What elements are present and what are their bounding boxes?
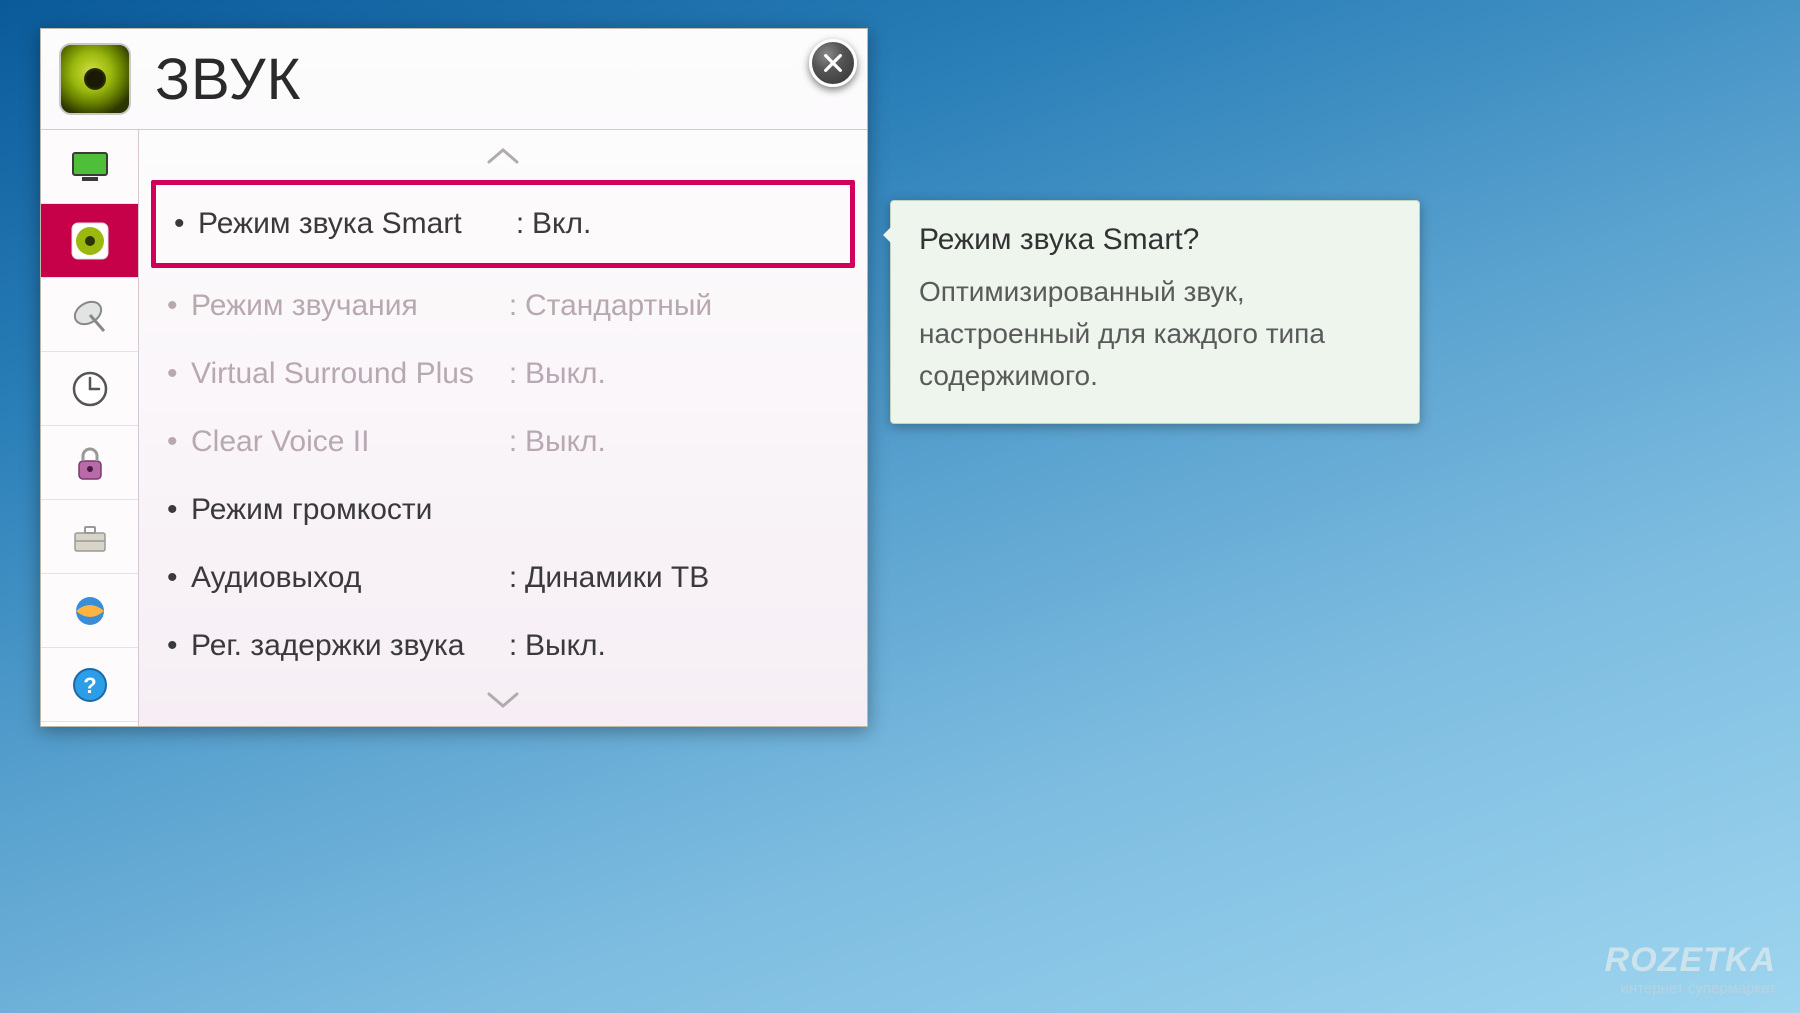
main-panel: • Режим звука Smart : Вкл. • Режим звуча… [139,130,867,726]
close-button[interactable] [809,39,857,87]
sidebar-item-support[interactable]: ? [41,648,138,722]
sidebar-item-time[interactable] [41,352,138,426]
sidebar-item-options[interactable] [41,500,138,574]
page-title: ЗВУК [155,46,301,113]
menu-list: • Режим звука Smart : Вкл. • Режим звуча… [149,176,857,680]
chevron-up-icon [483,145,523,167]
toolbox-icon [68,515,112,559]
watermark-brand: ROZETKA [1605,941,1776,980]
satellite-icon [68,293,112,337]
help-icon: ? [68,663,112,707]
menu-item-sound-mode[interactable]: • Режим звучания : Стандартный [149,272,857,340]
menu-item-label: Режим громкости [191,493,501,527]
sidebar-item-channels[interactable] [41,278,138,352]
close-icon [822,52,844,74]
sidebar-item-picture[interactable] [41,130,138,204]
lock-icon [68,441,112,485]
watermark-sub: интернет супермаркет [1605,980,1776,997]
speaker-icon [68,219,112,263]
menu-item-clear-voice[interactable]: • Clear Voice II : Выкл. [149,408,857,476]
menu-item-label: Режим звука Smart [198,207,508,241]
sidebar: ? [41,130,139,726]
menu-item-label: Режим звучания [191,289,501,323]
settings-window: ЗВУК [40,28,868,727]
svg-text:?: ? [83,673,96,698]
menu-item-av-sync[interactable]: • Рег. задержки звука : Выкл. [149,612,857,680]
window-body: ? • Режим звука Smart : Вкл. • Режи [41,129,867,726]
menu-item-volume-mode[interactable]: • Режим громкости [149,476,857,544]
sidebar-item-sound[interactable] [41,204,138,278]
menu-item-label: Clear Voice II [191,425,501,459]
menu-item-value: Динамики ТВ [525,561,839,595]
menu-item-value: Выкл. [525,425,839,459]
menu-item-value: Стандартный [525,289,839,323]
tv-icon [68,145,112,189]
menu-item-virtual-surround[interactable]: • Virtual Surround Plus : Выкл. [149,340,857,408]
scroll-up-button[interactable] [149,136,857,176]
network-icon [68,589,112,633]
menu-item-label: Virtual Surround Plus [191,357,501,391]
menu-item-label: Аудиовыход [191,561,501,595]
menu-item-label: Рег. задержки звука [191,629,501,663]
menu-item-audio-output[interactable]: • Аудиовыход : Динамики ТВ [149,544,857,612]
scroll-down-button[interactable] [149,680,857,720]
menu-item-value: Вкл. [532,207,832,241]
window-header: ЗВУК [41,29,867,129]
chevron-down-icon [483,689,523,711]
help-tooltip: Режим звука Smart? Оптимизированный звук… [890,200,1420,424]
tooltip-body: Оптимизированный звук, настроенный для к… [919,271,1391,397]
watermark: ROZETKA интернет супермаркет [1605,941,1776,997]
clock-icon [68,367,112,411]
sidebar-item-lock[interactable] [41,426,138,500]
tooltip-title: Режим звука Smart? [919,223,1391,257]
menu-item-smart-sound[interactable]: • Режим звука Smart : Вкл. [151,180,855,268]
menu-item-value: Выкл. [525,629,839,663]
speaker-icon [59,43,131,115]
sidebar-item-network[interactable] [41,574,138,648]
menu-item-value: Выкл. [525,357,839,391]
